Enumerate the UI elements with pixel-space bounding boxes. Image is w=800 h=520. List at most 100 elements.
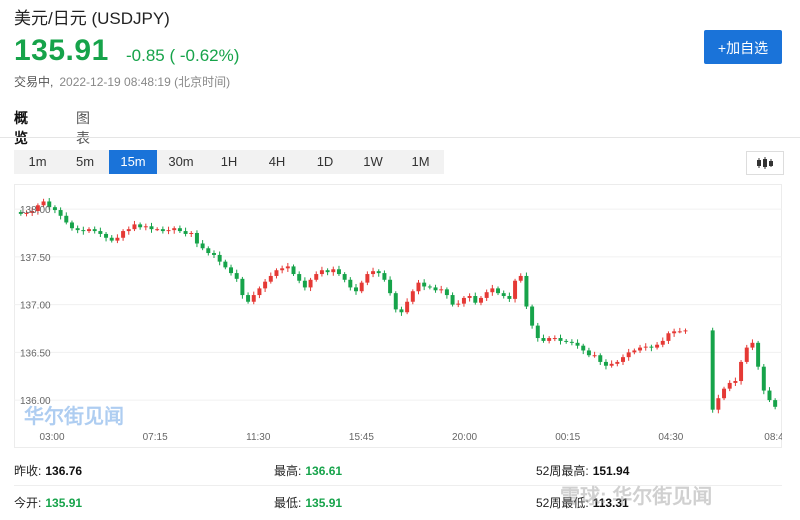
candle-body — [581, 345, 586, 351]
candle-body — [354, 287, 358, 292]
candle-body — [456, 303, 461, 305]
candle-body — [615, 361, 620, 364]
candle-body — [490, 288, 495, 293]
candle-body — [393, 293, 398, 310]
candle-body — [371, 271, 376, 275]
candle-body — [507, 296, 512, 299]
trading-status: 交易中, — [14, 75, 54, 89]
tab-chart[interactable]: 图表 — [76, 108, 90, 154]
candle-body — [189, 232, 194, 234]
tab-overview[interactable]: 概览 — [14, 108, 28, 156]
candle-body — [257, 288, 262, 296]
candle-body — [433, 287, 438, 291]
candle-body — [246, 295, 251, 302]
candle-body — [773, 400, 778, 407]
watermark: 华尔街见闻 — [24, 406, 124, 428]
candle-body — [677, 331, 682, 333]
candle-body — [331, 269, 336, 273]
low-label: 最低: — [274, 496, 302, 510]
candle-body — [655, 344, 660, 348]
candle-body — [564, 340, 569, 342]
candle-body — [291, 266, 296, 275]
candle-body — [342, 274, 347, 280]
candle-body — [552, 338, 557, 340]
x-tick-label: 03:00 — [39, 432, 64, 443]
open-label: 今开: — [14, 496, 42, 510]
add-watchlist-button[interactable]: +加自选 — [704, 30, 782, 64]
candle-body — [501, 293, 506, 297]
x-tick-label: 11:30 — [246, 432, 271, 443]
candle-body — [496, 288, 501, 294]
interval-1d[interactable]: 1D — [301, 150, 349, 174]
interval-selector: 1m 5m 15m 30m 1H 4H 1D 1W 1M — [14, 150, 444, 174]
prev-close-label: 昨收: — [14, 464, 42, 478]
y-tick-label: 137.50 — [20, 253, 51, 264]
price-chart[interactable]: 138.00137.50137.00136.50136.0003:00 07:15… — [14, 184, 782, 448]
candle-body — [348, 279, 353, 288]
interval-1h[interactable]: 1H — [205, 150, 253, 174]
candle-body — [660, 340, 665, 345]
open-value: 135.91 — [45, 496, 83, 510]
candle-body — [149, 226, 154, 230]
low-value: 135.91 — [305, 496, 343, 510]
y-tick-label: 138.00 — [20, 205, 51, 216]
w52-high-label: 52周最高: — [536, 464, 589, 478]
interval-15m[interactable]: 15m — [109, 150, 157, 174]
interval-5m[interactable]: 5m — [61, 150, 109, 174]
y-tick-label: 136.50 — [20, 348, 51, 359]
watermark-xueqiu: 雪球: 华尔街见闻 — [560, 486, 713, 508]
stat-open: 今开: 135.91 — [14, 494, 82, 511]
candle-body — [535, 325, 540, 339]
x-tick-label: 04:30 — [658, 432, 683, 443]
candle-body — [319, 270, 324, 275]
candle-body — [240, 278, 245, 296]
candle-body — [104, 233, 109, 238]
candle-body — [467, 296, 472, 298]
candle-body — [405, 301, 410, 313]
interval-1m[interactable]: 1m — [14, 150, 61, 174]
candle-body — [268, 275, 273, 282]
candle-body — [761, 366, 766, 391]
candle-body — [314, 274, 319, 280]
candle-body — [416, 282, 421, 292]
candle-body — [603, 361, 608, 366]
candle-body — [461, 297, 466, 304]
candle-body — [410, 291, 415, 302]
candle-body — [336, 269, 341, 275]
high-label: 最高: — [274, 464, 302, 478]
candle-body — [376, 271, 381, 274]
candle-body — [166, 230, 171, 232]
candle-body — [722, 388, 727, 399]
candle-body — [744, 347, 749, 362]
chart-type-button[interactable] — [746, 151, 784, 175]
market-status: 交易中, 2022-12-19 08:48:19 (北京时间) — [14, 73, 230, 90]
candle-body — [547, 338, 552, 341]
candle-body — [592, 355, 597, 357]
interval-30m[interactable]: 30m — [157, 150, 205, 174]
candle-body — [126, 229, 131, 232]
chart-candles — [18, 198, 778, 414]
pair-title: 美元/日元 (USDJPY) — [14, 9, 170, 28]
candle-body — [206, 248, 211, 254]
interval-4h[interactable]: 4H — [253, 150, 301, 174]
candle-body — [439, 289, 444, 291]
candle-body — [621, 357, 625, 362]
candle-body — [444, 289, 449, 296]
candle-body — [649, 346, 654, 348]
stat-prev-close: 昨收: 136.76 — [14, 462, 82, 479]
candle-body — [727, 382, 732, 389]
candle-body — [308, 279, 313, 288]
candle-body — [626, 352, 631, 358]
x-tick-label: 20:00 — [452, 432, 477, 443]
candle-body — [52, 207, 57, 211]
candle-body — [229, 267, 234, 274]
candle-body — [138, 224, 143, 228]
candle-body — [297, 274, 302, 281]
interval-1w[interactable]: 1W — [349, 150, 397, 174]
candle-body — [365, 274, 370, 283]
candle-body — [478, 297, 483, 303]
interval-1mo[interactable]: 1M — [397, 150, 444, 174]
candle-body — [115, 237, 120, 241]
prev-close-value: 136.76 — [45, 464, 83, 478]
candle-body — [586, 350, 591, 356]
